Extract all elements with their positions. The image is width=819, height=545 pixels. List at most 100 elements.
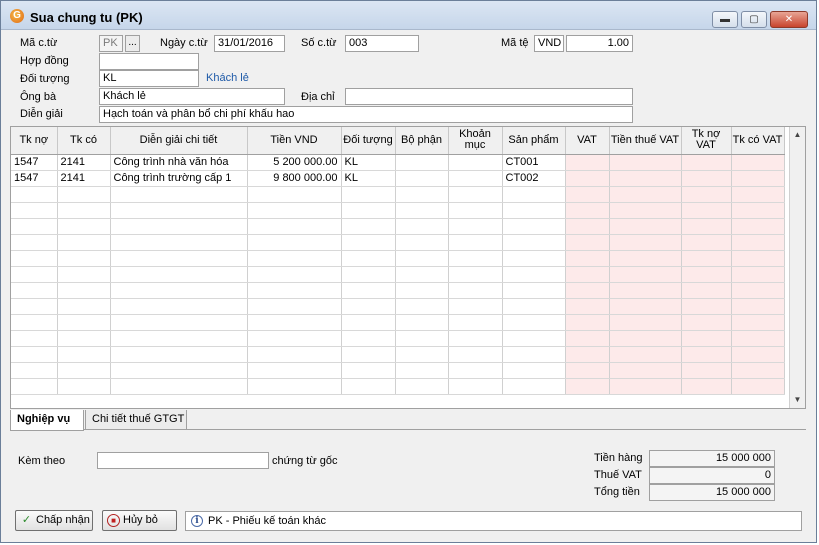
table-cell[interactable] — [609, 154, 682, 171]
ty-gia-field[interactable]: 1.00 — [566, 35, 633, 52]
table-cell[interactable] — [395, 250, 449, 267]
table-cell[interactable] — [681, 170, 732, 187]
column-header[interactable]: Đối tượng — [341, 127, 396, 155]
table-cell[interactable] — [731, 170, 785, 187]
table-cell[interactable] — [57, 266, 111, 283]
table-cell[interactable] — [395, 154, 449, 171]
table-cell[interactable] — [448, 250, 503, 267]
table-cell[interactable] — [110, 266, 248, 283]
table-cell[interactable] — [681, 250, 732, 267]
table-cell[interactable] — [681, 346, 732, 363]
table-row[interactable] — [11, 378, 785, 395]
table-cell[interactable] — [110, 202, 248, 219]
table-cell[interactable] — [395, 186, 449, 203]
column-header[interactable]: Diễn giải chi tiết — [110, 127, 248, 155]
table-cell[interactable] — [341, 218, 396, 235]
table-cell[interactable] — [502, 282, 566, 299]
table-cell[interactable]: 5 200 000.00 — [247, 154, 342, 171]
ma-tte-field[interactable]: VND — [534, 35, 564, 52]
table-cell[interactable] — [395, 266, 449, 283]
table-cell[interactable] — [502, 250, 566, 267]
cancel-button[interactable]: ■ Hủy bỏ — [102, 510, 177, 531]
table-row[interactable] — [11, 330, 785, 347]
doi-tuong-field[interactable]: KL — [99, 70, 199, 87]
table-cell[interactable] — [395, 170, 449, 187]
detail-grid[interactable]: Tk nợ Tk có Diễn giải chi tiết Tiền VND … — [10, 126, 806, 409]
table-row[interactable] — [11, 234, 785, 251]
table-cell[interactable] — [110, 314, 248, 331]
table-cell[interactable] — [110, 378, 248, 395]
ong-ba-field[interactable]: Khách lẻ — [99, 88, 285, 105]
table-cell[interactable] — [681, 154, 732, 171]
ma-ct-field[interactable]: PK — [99, 35, 123, 52]
table-row[interactable] — [11, 282, 785, 299]
table-cell[interactable] — [609, 346, 682, 363]
tab-nghiep-vu[interactable]: Nghiệp vụ — [10, 410, 84, 431]
table-cell[interactable] — [11, 218, 58, 235]
table-cell[interactable] — [502, 202, 566, 219]
column-header[interactable]: Khoản mục — [448, 127, 503, 155]
table-cell[interactable] — [565, 186, 610, 203]
table-cell[interactable]: CT002 — [502, 170, 566, 187]
table-cell[interactable] — [395, 362, 449, 379]
table-cell[interactable] — [502, 186, 566, 203]
table-cell[interactable] — [731, 218, 785, 235]
column-header[interactable]: Tk có VAT — [731, 127, 785, 155]
table-cell[interactable]: KL — [341, 170, 396, 187]
table-cell[interactable] — [731, 154, 785, 171]
table-row[interactable]: 1547 2141 Công trình nhà văn hóa 5 200 000.… — [11, 154, 785, 171]
hop-dong-field[interactable] — [99, 53, 199, 70]
table-cell[interactable] — [681, 362, 732, 379]
table-cell[interactable]: 9 800 000.00 — [247, 170, 342, 187]
table-cell[interactable] — [681, 234, 732, 251]
table-cell[interactable] — [57, 186, 111, 203]
table-cell[interactable]: 1547 — [11, 154, 58, 171]
table-cell[interactable] — [247, 362, 342, 379]
table-cell[interactable] — [609, 282, 682, 299]
table-cell[interactable] — [565, 250, 610, 267]
table-cell[interactable] — [11, 298, 58, 315]
table-cell[interactable] — [681, 314, 732, 331]
table-cell[interactable] — [57, 250, 111, 267]
table-cell[interactable] — [609, 266, 682, 283]
table-cell[interactable] — [502, 378, 566, 395]
table-cell[interactable] — [448, 298, 503, 315]
table-cell[interactable] — [11, 282, 58, 299]
table-cell[interactable] — [247, 346, 342, 363]
table-cell[interactable] — [341, 362, 396, 379]
table-cell[interactable] — [502, 234, 566, 251]
column-header[interactable]: Tiền VND — [247, 127, 342, 155]
table-cell[interactable] — [609, 314, 682, 331]
table-cell[interactable] — [341, 282, 396, 299]
table-cell[interactable] — [110, 218, 248, 235]
table-cell[interactable] — [110, 282, 248, 299]
table-row[interactable] — [11, 218, 785, 235]
table-cell[interactable] — [681, 266, 732, 283]
column-header[interactable]: Tk có — [57, 127, 111, 155]
table-cell[interactable] — [565, 266, 610, 283]
vertical-scrollbar[interactable]: ▲ ▼ — [789, 127, 805, 408]
table-cell[interactable] — [565, 170, 610, 187]
table-cell[interactable] — [502, 266, 566, 283]
table-cell[interactable] — [57, 346, 111, 363]
table-cell[interactable] — [565, 218, 610, 235]
table-cell[interactable]: 2141 — [57, 170, 111, 187]
table-cell[interactable] — [110, 330, 248, 347]
table-cell[interactable] — [110, 250, 248, 267]
table-cell[interactable] — [502, 346, 566, 363]
column-header[interactable]: Bộ phận — [395, 127, 449, 155]
close-button[interactable]: ✕ — [770, 11, 808, 28]
table-cell[interactable] — [565, 314, 610, 331]
table-cell[interactable] — [609, 218, 682, 235]
table-cell[interactable] — [341, 330, 396, 347]
table-cell[interactable] — [395, 378, 449, 395]
table-cell[interactable] — [247, 202, 342, 219]
table-row[interactable] — [11, 186, 785, 203]
table-cell[interactable] — [110, 298, 248, 315]
table-cell[interactable] — [502, 298, 566, 315]
column-header[interactable]: Sản phẩm — [502, 127, 566, 155]
table-cell[interactable]: Công trình trường cấp 1 — [110, 170, 248, 187]
table-cell[interactable] — [448, 202, 503, 219]
table-cell[interactable] — [502, 362, 566, 379]
table-cell[interactable] — [11, 378, 58, 395]
